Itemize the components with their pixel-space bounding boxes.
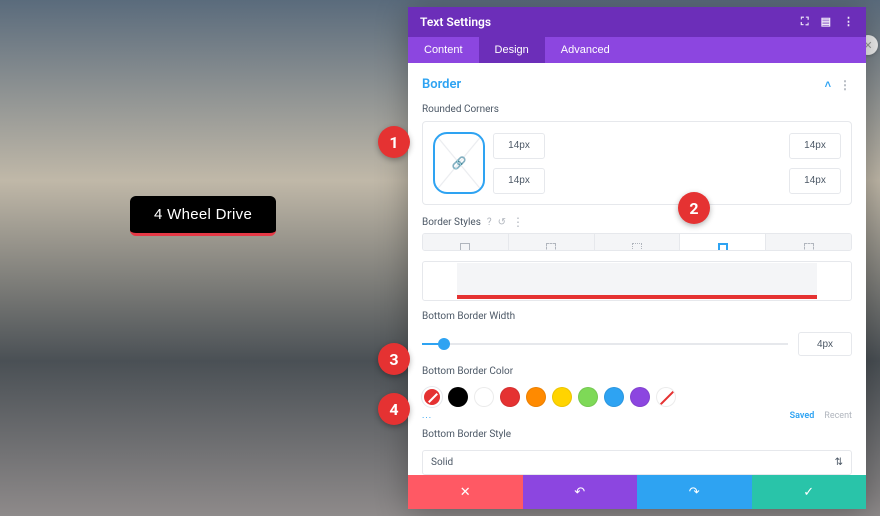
section-menu-icon[interactable]: ⋮ (839, 78, 852, 92)
save-button[interactable]: ✓ (752, 475, 867, 509)
help-icon[interactable]: ? (487, 217, 492, 228)
border-side-all[interactable] (423, 234, 509, 251)
border-preview-inner (457, 263, 817, 299)
swatch-red[interactable] (500, 387, 520, 407)
panel-header-actions: ⛶ ▤ ⋮ (801, 15, 854, 29)
swatch-transparent[interactable] (656, 387, 676, 407)
expand-icon[interactable]: ⛶ (801, 15, 809, 29)
rounded-preview[interactable]: 🔗 (433, 132, 485, 194)
drag-icon[interactable]: ▤ (821, 15, 831, 29)
panel-header: Text Settings ⛶ ▤ ⋮ (408, 7, 866, 37)
tab-advanced[interactable]: Advanced (545, 37, 626, 63)
swatch-orange[interactable] (526, 387, 546, 407)
border-style-label: Bottom Border Style (422, 429, 852, 440)
section-title: Border (422, 77, 461, 92)
tab-content[interactable]: Content (408, 37, 479, 63)
color-swatch-row (422, 387, 852, 407)
swatch-blue[interactable] (604, 387, 624, 407)
styles-menu-icon[interactable]: ⋮ (512, 215, 525, 229)
corner-top-left-input[interactable] (493, 133, 545, 159)
link-corners-icon[interactable]: 🔗 (452, 156, 467, 170)
callout-2: 2 (678, 192, 710, 224)
border-color-label: Bottom Border Color (422, 366, 852, 377)
collapse-icon[interactable]: ˄ (825, 78, 831, 91)
section-header-border[interactable]: Border ˄ ⋮ (422, 73, 852, 100)
reset-icon[interactable]: ↺ (498, 217, 506, 228)
panel-footer: ✕ ↶ ↷ ✓ (408, 475, 866, 509)
border-side-left[interactable] (766, 234, 851, 251)
undo-button[interactable]: ↶ (523, 475, 638, 509)
border-preview (422, 261, 852, 301)
swatch-green[interactable] (578, 387, 598, 407)
corner-top-right-input[interactable] (789, 133, 841, 159)
callout-1: 1 (378, 126, 410, 158)
more-colors-button[interactable]: ... (422, 411, 432, 421)
corner-bottom-left-input[interactable] (493, 168, 545, 194)
border-style-value: Solid (431, 457, 453, 468)
swatch-purple[interactable] (630, 387, 650, 407)
color-tabs-row: ... Saved Recent (422, 411, 852, 421)
border-style-select[interactable]: Solid ⇅ (422, 450, 852, 475)
text-settings-panel: Text Settings ⛶ ▤ ⋮ Content Design Advan… (408, 7, 866, 509)
slider-thumb[interactable] (438, 338, 450, 350)
border-styles-label: Border Styles (422, 217, 481, 228)
corner-bottom-right-input[interactable] (789, 168, 841, 194)
border-side-bottom[interactable] (680, 234, 766, 251)
color-picker-swatch[interactable] (422, 387, 442, 407)
border-side-right[interactable] (595, 234, 681, 251)
swatch-white[interactable] (474, 387, 494, 407)
border-styles-row: Border Styles ? ↺ ⋮ (422, 215, 852, 229)
settings-tabs: Content Design Advanced (408, 37, 866, 63)
border-side-top[interactable] (509, 234, 595, 251)
width-slider[interactable] (422, 343, 788, 345)
callout-3: 3 (378, 343, 410, 375)
redo-button[interactable]: ↷ (637, 475, 752, 509)
panel-title: Text Settings (420, 15, 491, 29)
rounded-corners-label: Rounded Corners (422, 104, 852, 115)
cancel-button[interactable]: ✕ (408, 475, 523, 509)
border-side-picker (422, 233, 852, 251)
tab-design[interactable]: Design (479, 37, 545, 63)
panel-body: Border ˄ ⋮ Rounded Corners 🔗 Border Styl… (408, 63, 866, 475)
border-width-control (422, 332, 852, 356)
swatch-black[interactable] (448, 387, 468, 407)
rounded-corners-control: 🔗 (422, 121, 852, 205)
saved-colors-tab[interactable]: Saved (790, 411, 815, 421)
callout-4: 4 (378, 393, 410, 425)
recent-colors-tab[interactable]: Recent (824, 411, 852, 421)
menu-icon[interactable]: ⋮ (843, 15, 854, 29)
swatch-yellow[interactable] (552, 387, 572, 407)
feature-badge: 4 Wheel Drive (130, 196, 276, 236)
select-arrow-icon: ⇅ (835, 457, 843, 468)
width-value-input[interactable] (798, 332, 852, 356)
border-width-label: Bottom Border Width (422, 311, 852, 322)
